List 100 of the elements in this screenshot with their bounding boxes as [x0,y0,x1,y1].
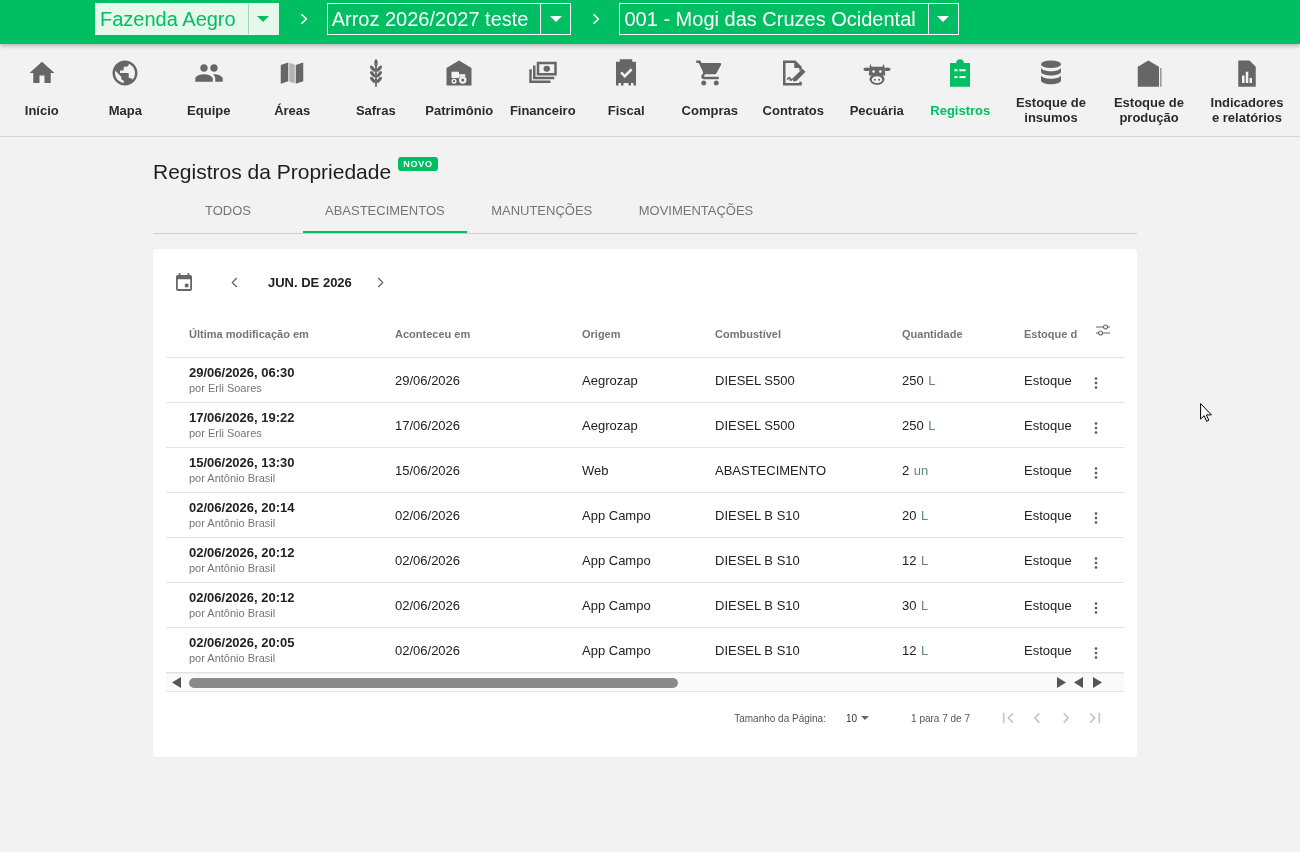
column-header[interactable]: Quantidade [902,327,963,340]
table-cell: Estoque [1024,372,1072,388]
sliders-icon[interactable] [1096,324,1110,336]
table-cell: DIESEL S500 [715,372,795,388]
nav-item[interactable]: Áreas [250,44,334,136]
tab[interactable]: ABASTECIMENTOS [303,190,467,233]
author-label: por Antônio Brasil [189,605,276,621]
caret-down-icon [937,16,950,22]
table-cell: 02/06/2026 [395,642,461,658]
author-label: por Antônio Brasil [189,650,276,666]
nav-item[interactable]: Safras [334,44,418,136]
nav-item[interactable]: Estoque de insumos [1002,44,1100,136]
table-cell: DIESEL B S10 [715,507,800,523]
author-label: por Erli Soares [189,425,262,441]
chevron-right-icon [299,13,308,25]
table-cell: 02/06/2026 [395,597,461,613]
nav-item[interactable]: Contratos [751,44,835,136]
column-header[interactable]: Origem [582,327,621,340]
nav-item[interactable]: Indicadores e relatórios [1198,44,1296,136]
author-label: por Erli Soares [189,380,262,396]
table-cell: App Campo [582,552,651,568]
nav-item[interactable]: Compras [668,44,752,136]
caret-down-icon [257,16,270,22]
more-options-icon[interactable] [1094,421,1098,434]
table-cell: 17/06/2026, 19:22 [189,409,295,426]
table-cell: Aegrozap [582,372,638,388]
table-cell: 02/06/2026 [395,507,461,523]
table-cell: DIESEL B S10 [715,597,800,613]
more-options-icon[interactable] [1094,376,1098,389]
chevron-right-icon[interactable] [376,276,384,288]
tab[interactable]: TODOS [153,190,303,233]
column-header[interactable]: Combustível [715,327,781,340]
nav-item[interactable]: Equipe [167,44,251,136]
tab[interactable]: MOVIMENTAÇÕES [616,190,776,233]
page-size-select[interactable]: 10 [845,712,870,724]
table-cell: 12 L [902,642,929,658]
table-cell: DIESEL B S10 [715,642,800,658]
nav-item[interactable]: Mapa [83,44,167,136]
scrollbar-thumb[interactable] [189,677,678,688]
page-range-label: 1 para 7 de 7 [911,712,970,724]
table-cell: 29/06/2026 [395,372,461,388]
scroll-right-icon[interactable] [1093,677,1102,688]
caret-down-icon [549,16,562,22]
caret-down-icon [861,716,870,720]
table-cell: 250 L [902,417,936,433]
table-cell: App Campo [582,597,651,613]
table-cell: 30 L [902,597,929,613]
table-cell: 20 L [902,507,929,523]
table-cell: 15/06/2026, 13:30 [189,454,295,471]
page-size-label: Tamanho da Página: [734,712,826,724]
nav-item[interactable]: Fiscal [584,44,668,136]
column-header[interactable]: Aconteceu em [395,327,471,340]
table-cell: 02/06/2026 [395,552,461,568]
scroll-left-icon[interactable] [1074,677,1083,688]
more-options-icon[interactable] [1094,511,1098,524]
nav-item[interactable]: Início [0,44,84,136]
table-cell: 12 L [902,552,929,568]
table-cell: 02/06/2026, 20:14 [189,499,295,516]
table-cell: App Campo [582,642,651,658]
barn-tractor-icon [444,58,475,88]
table-cell: 02/06/2026, 20:12 [189,589,295,606]
more-options-icon[interactable] [1094,646,1098,659]
table-cell: App Campo [582,507,651,523]
table-cell: Aegrozap [582,417,638,433]
scroll-right-icon[interactable] [1057,677,1066,688]
author-label: por Antônio Brasil [189,560,276,576]
table-cell: Estoque [1024,597,1072,613]
calendar-icon[interactable] [176,273,192,291]
table-cell: Estoque [1024,462,1072,478]
table-cell: 02/06/2026, 20:12 [189,544,295,561]
nav-item[interactable]: Pecuária [835,44,919,136]
more-options-icon[interactable] [1094,601,1098,614]
table-cell: 17/06/2026 [395,417,461,433]
month-label: JUN. DE 2026 [268,274,352,290]
chevron-right-icon [592,13,601,25]
table-cell: 02/06/2026, 20:05 [189,634,295,651]
table-cell: Estoque [1024,507,1072,523]
author-label: por Antônio Brasil [189,515,276,531]
scroll-left-icon[interactable] [172,677,181,688]
more-options-icon[interactable] [1094,466,1098,479]
table-cell: 29/06/2026, 06:30 [189,364,295,381]
table-cell: Estoque [1024,417,1072,433]
table-cell: 250 L [902,372,936,388]
more-options-icon[interactable] [1094,556,1098,569]
author-label: por Antônio Brasil [189,470,276,486]
column-header[interactable]: Estoque d [1024,327,1078,340]
nav-item[interactable]: Patrimônio [417,44,501,136]
page-title: Registros da Propriedade [153,159,392,185]
table-cell: 15/06/2026 [395,462,461,478]
nav-item[interactable]: Financeiro [501,44,585,136]
table-cell: DIESEL B S10 [715,552,800,568]
chevron-left-icon[interactable] [231,276,238,288]
tab[interactable]: MANUTENÇÕES [466,190,617,233]
new-badge: NOVO [398,157,438,171]
table-cell: DIESEL S500 [715,417,795,433]
column-header[interactable]: Última modificação em [189,327,309,340]
table-cell: Estoque [1024,642,1072,658]
nav-item[interactable]: Estoque de produção [1100,44,1198,136]
table-cell: ABASTECIMENTO [715,462,826,478]
table-cell: Web [582,462,609,478]
